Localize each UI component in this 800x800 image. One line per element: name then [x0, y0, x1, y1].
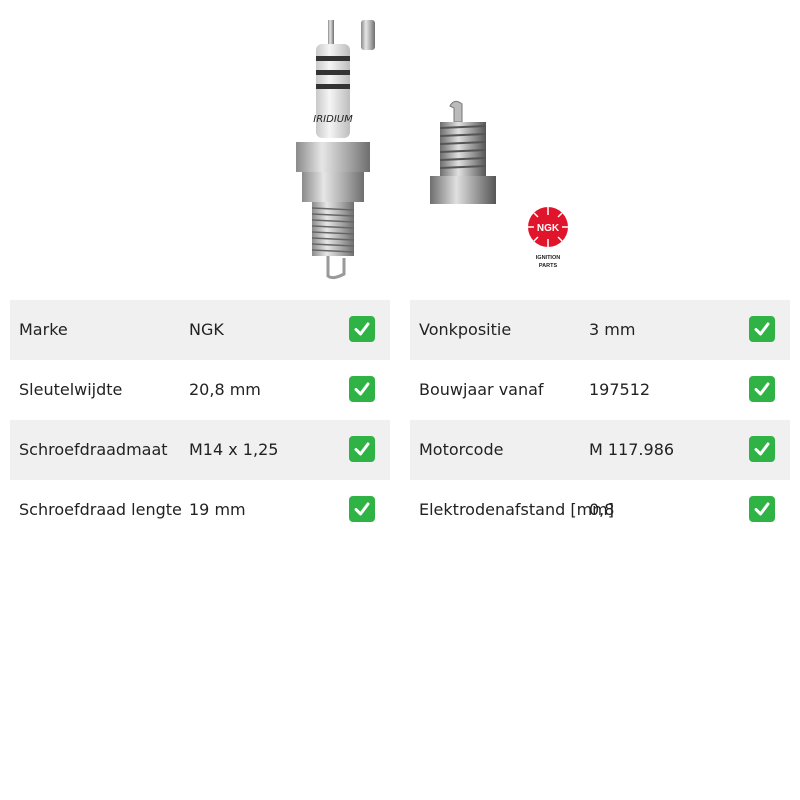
spec-label: Bouwjaar vanaf — [419, 380, 544, 399]
spec-label: Schroefdraadmaat — [19, 440, 168, 459]
spec-row: Marke NGK — [10, 300, 390, 360]
spec-value: 20,8 mm — [189, 380, 261, 399]
spec-value: M14 x 1,25 — [189, 440, 279, 459]
spec-value: 3 mm — [589, 320, 636, 339]
spec-label: Elektrodenafstand [mm] — [419, 500, 614, 519]
check-mark-icon — [349, 496, 375, 522]
spec-row: Elektrodenafstand [mm] 0,8 — [410, 480, 790, 540]
spec-label: Marke — [19, 320, 68, 339]
logo-subtitle-1: IGNITION — [536, 255, 560, 261]
spec-row: Schroefdraadmaat M14 x 1,25 — [10, 420, 390, 480]
ngk-logo: NGK IGNITION PARTS — [524, 205, 572, 271]
logo-subtitle-2: PARTS — [539, 263, 558, 269]
spec-table-left: Marke NGK Sleutelwijdte 20,8 mm Schroefd… — [10, 300, 390, 540]
spark-plug-image: IRIDIUM — [296, 20, 375, 280]
spec-label: Schroefdraad lengte — [19, 500, 182, 519]
logo-brand: NGK — [537, 223, 560, 234]
spec-value: 19 mm — [189, 500, 246, 519]
check-mark-icon — [749, 316, 775, 342]
spark-plug-tip-image — [430, 100, 496, 204]
svg-text:IRIDIUM: IRIDIUM — [313, 114, 353, 125]
check-mark-icon — [749, 496, 775, 522]
spec-value: 197512 — [589, 380, 651, 399]
spec-label: Motorcode — [419, 440, 504, 459]
spec-value: M 117.986 — [589, 440, 675, 459]
product-images: IRIDIUM NGK IGNITION PARTS — [0, 0, 800, 290]
spec-label: Sleutelwijdte — [19, 380, 123, 399]
spec-row: Bouwjaar vanaf 197512 — [410, 360, 790, 420]
check-mark-icon — [749, 376, 775, 402]
spec-value: 0,8 — [589, 500, 615, 519]
spec-row: Schroefdraad lengte 19 mm — [10, 480, 390, 540]
spec-label: Vonkpositie — [419, 320, 512, 339]
check-mark-icon — [349, 436, 375, 462]
spec-row: Sleutelwijdte 20,8 mm — [10, 360, 390, 420]
check-mark-icon — [349, 316, 375, 342]
spec-row: Motorcode M 117.986 — [410, 420, 790, 480]
check-mark-icon — [749, 436, 775, 462]
check-mark-icon — [349, 376, 375, 402]
spec-value: NGK — [189, 320, 224, 339]
spec-row: Vonkpositie 3 mm — [410, 300, 790, 360]
spec-table-right: Vonkpositie 3 mm Bouwjaar vanaf 197512 M… — [410, 300, 790, 540]
